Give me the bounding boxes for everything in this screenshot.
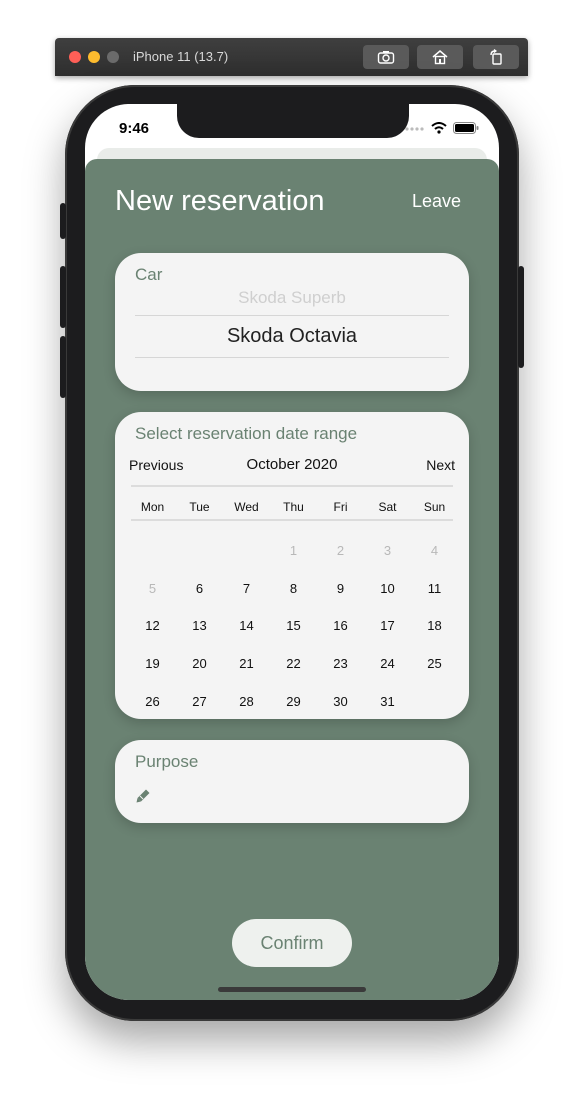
picker-option-above[interactable]: Skoda Superb [115, 291, 469, 307]
rotate-icon [490, 49, 502, 65]
page-title: New reservation [115, 185, 325, 217]
status-time: 9:46 [119, 120, 150, 137]
calendar-day[interactable]: 8 [270, 581, 317, 596]
date-range-title: Select reservation date range [135, 424, 358, 443]
calendar-day[interactable]: 18 [411, 618, 458, 633]
calendar-day[interactable]: 17 [364, 618, 411, 633]
calendar-day[interactable]: 29 [270, 694, 317, 709]
calendar-day[interactable]: 12 [129, 618, 176, 633]
calendar-grid: Mon Tue Wed Thu Fri Sat Sun 1 2 3 4 5 6 7 8 9 10 11 12 13 1… [129, 496, 459, 720]
zoom-window-button[interactable] [107, 51, 119, 63]
calendar-day: 1 [289, 543, 298, 559]
purpose-card: Purpose [115, 740, 469, 823]
volume-down-button [60, 336, 66, 398]
calendar-day[interactable]: 24 [364, 656, 411, 671]
calendar-day[interactable]: 11 [411, 581, 458, 596]
calendar-day[interactable]: 19 [129, 656, 176, 671]
calendar-day: 2 [336, 543, 345, 559]
calendar-day[interactable]: 15 [270, 618, 317, 633]
calendar-day[interactable]: 26 [129, 694, 176, 709]
calendar-week-row: 12 13 14 15 16 17 18 [129, 607, 459, 645]
calendar-week-row: 5 6 7 8 9 10 11 [129, 570, 459, 608]
calendar-day[interactable]: 30 [317, 694, 364, 709]
calendar-day[interactable]: 13 [176, 618, 223, 633]
simulator-title-bar: iPhone 11 (13.7) [55, 38, 528, 76]
weekday-header-row: Mon Tue Wed Thu Fri Sat Sun [129, 496, 459, 518]
simulator-title: iPhone 11 (13.7) [133, 49, 229, 64]
calendar-day[interactable]: 23 [317, 656, 364, 671]
status-icons [405, 122, 479, 134]
minimize-window-button[interactable] [88, 51, 100, 63]
leave-button[interactable]: Leave [412, 191, 461, 212]
calendar-divider-top [131, 485, 453, 487]
reservation-sheet: New reservation Leave Car Skoda Superb S… [85, 159, 499, 1000]
date-range-card: Select reservation date range Previous O… [115, 412, 469, 719]
weekday-label: Tue [189, 500, 210, 514]
calendar-day[interactable]: 10 [364, 581, 411, 596]
calendar-day: 5 [148, 580, 157, 596]
calendar-day[interactable]: 9 [317, 581, 364, 596]
calendar-week-row: 19 20 21 22 23 24 25 [129, 645, 459, 683]
rotate-button[interactable] [473, 45, 519, 69]
close-window-button[interactable] [69, 51, 81, 63]
picker-divider-bottom [135, 357, 449, 358]
car-picker-selected[interactable]: Skoda Octavia [115, 325, 469, 348]
phone-screen: 9:46 New reservation Leave Car Skoda Sup… [85, 104, 499, 1000]
pencil-icon[interactable] [135, 788, 151, 804]
purpose-title: Purpose [135, 752, 199, 771]
calendar-day[interactable]: 14 [223, 618, 270, 633]
screenshot-button[interactable] [363, 45, 409, 69]
car-card: Car Skoda Superb Skoda Octavia [115, 253, 469, 391]
calendar-week-row: 26 27 28 29 30 31 [129, 682, 459, 720]
notch [177, 104, 409, 138]
weekday-label: Thu [283, 500, 304, 514]
weekday-label: Fri [333, 500, 348, 514]
car-card-title: Car [135, 265, 163, 284]
calendar-day[interactable]: 31 [364, 694, 411, 709]
battery-icon [453, 122, 479, 134]
weekday-label: Sun [423, 500, 446, 514]
power-button [518, 266, 524, 368]
calendar-day[interactable]: 25 [411, 656, 458, 671]
calendar-day: 4 [430, 543, 439, 559]
volume-up-button [60, 266, 66, 328]
camera-icon [377, 51, 395, 64]
home-indicator [218, 987, 366, 992]
weekday-label: Wed [234, 500, 259, 514]
calendar-day[interactable]: 7 [223, 581, 270, 596]
calendar-day[interactable]: 6 [176, 581, 223, 596]
mute-switch [60, 203, 66, 239]
weekday-label: Sat [378, 500, 397, 514]
calendar-week-row: 1 2 3 4 [129, 532, 459, 570]
calendar-day[interactable]: 27 [176, 694, 223, 709]
calendar-day[interactable]: 20 [176, 656, 223, 671]
calendar-day: 3 [383, 543, 392, 559]
calendar-weeks: 1 2 3 4 5 6 7 8 9 10 11 12 13 14 15 16 17 18 19 20 21 22 23 24 2… [129, 532, 459, 720]
calendar-day[interactable]: 28 [223, 694, 270, 709]
confirm-button[interactable]: Confirm [232, 919, 352, 967]
picker-divider-top [135, 315, 449, 316]
signal-icon [405, 127, 424, 131]
calendar-day[interactable]: 22 [270, 656, 317, 671]
calendar-day[interactable]: 16 [317, 618, 364, 633]
wifi-icon [431, 122, 447, 134]
home-button[interactable] [417, 45, 463, 69]
month-label: October 2020 [246, 456, 338, 473]
next-month-button[interactable]: Next [426, 457, 455, 473]
calendar-day[interactable]: 21 [223, 656, 270, 671]
home-icon [432, 50, 448, 65]
weekday-label: Mon [140, 500, 165, 514]
